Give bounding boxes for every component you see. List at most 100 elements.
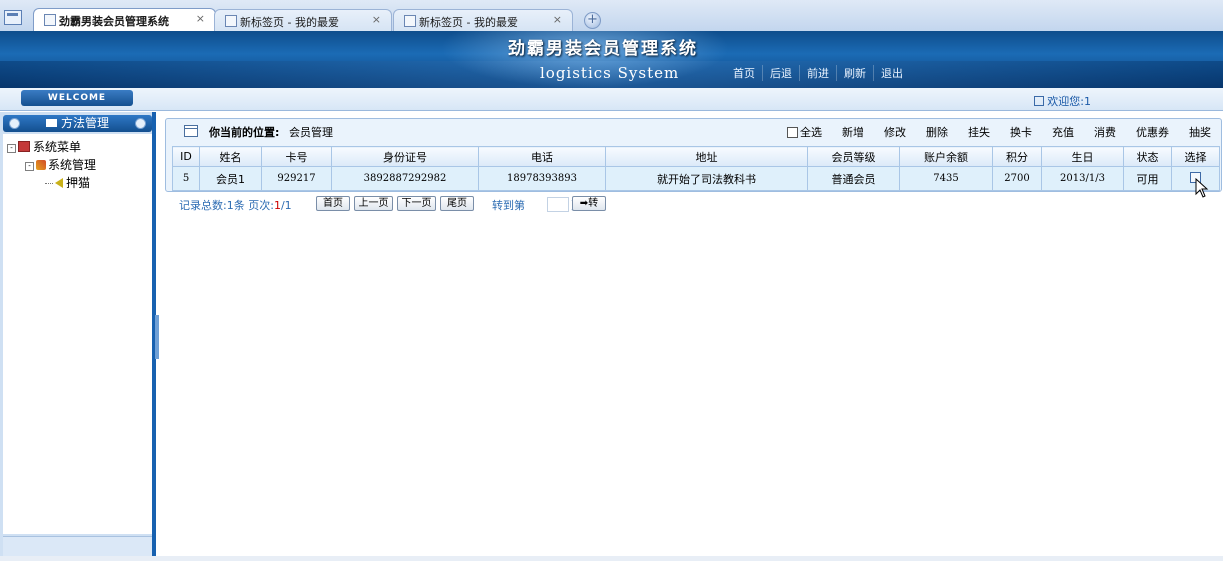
- cell-balance: 7435: [899, 166, 993, 191]
- checkbox-icon[interactable]: [787, 126, 798, 138]
- minus-icon[interactable]: -: [7, 144, 16, 153]
- location-value: 会员管理: [289, 126, 333, 139]
- page-icon: [44, 14, 56, 26]
- cell-level: 普通会员: [807, 166, 900, 191]
- last-page-button[interactable]: 尾页: [440, 196, 474, 211]
- total-unit: 条: [233, 199, 245, 212]
- sidebar-tree: - 系统菜单 - 系统管理 押猫: [3, 134, 152, 534]
- nav-logout[interactable]: 退出: [873, 65, 910, 81]
- tab-label: 新标签页 - 我的最爱: [419, 16, 518, 29]
- pagination: 记录总数:1条 页次:1/1 首页 上一页 下一页 尾页 转到第 页 ➡转: [179, 196, 1219, 214]
- app-header: 劲霸男装会员管理系统 logistics System 首页 后退 前进 刷新 …: [0, 31, 1223, 88]
- select-all-label: 全选: [800, 126, 822, 139]
- expand-icon[interactable]: [135, 118, 146, 129]
- mouse-cursor-icon: [1195, 177, 1209, 198]
- member-panel: 你当前的位置: 会员管理 全选 新增 修改 删除 挂失 换卡 充值 消费 优惠券…: [165, 118, 1222, 192]
- sidebar-header: 方法管理: [3, 115, 152, 132]
- tree-group[interactable]: - 系统管理: [25, 156, 96, 173]
- total-label: 记录总数:: [179, 199, 227, 212]
- cell-idcard: 3892887292982: [331, 166, 479, 191]
- tree-leaf-label: 押猫: [66, 176, 91, 190]
- main-content: 你当前的位置: 会员管理 全选 新增 修改 删除 挂失 换卡 充值 消费 优惠券…: [163, 116, 1222, 561]
- close-icon[interactable]: ×: [196, 12, 205, 25]
- browser-menu-icon[interactable]: [4, 10, 22, 25]
- select-all[interactable]: 全选: [787, 124, 822, 140]
- page-icon: [225, 15, 237, 27]
- collapse-icon[interactable]: [9, 118, 20, 129]
- page-label: 页次:: [248, 199, 274, 212]
- report-loss-button[interactable]: 挂失: [968, 124, 990, 140]
- col-header: 身份证号: [331, 146, 479, 167]
- col-header: 会员等级: [807, 146, 900, 167]
- browser-tab-1[interactable]: 劲霸男装会员管理系统 ×: [33, 8, 216, 32]
- col-header: 选择: [1171, 146, 1220, 167]
- current-page: 1: [273, 199, 281, 212]
- new-tab-icon[interactable]: +: [584, 12, 601, 29]
- close-icon[interactable]: ×: [372, 13, 381, 26]
- status-bar: [0, 556, 1223, 561]
- edit-button[interactable]: 修改: [884, 124, 906, 140]
- tab-label: 劲霸男装会员管理系统: [59, 15, 169, 28]
- nav-forward[interactable]: 前进: [799, 65, 836, 81]
- browser-tab-2[interactable]: 新标签页 - 我的最爱 ×: [214, 9, 392, 31]
- tree-group-label: 系统管理: [48, 158, 97, 172]
- next-page-button[interactable]: 下一页: [397, 196, 436, 211]
- browser-tab-strip: 劲霸男装会员管理系统 × 新标签页 - 我的最爱 × 新标签页 - 我的最爱 ×…: [0, 0, 1223, 32]
- col-header: 电话: [478, 146, 606, 167]
- add-button[interactable]: 新增: [842, 124, 864, 140]
- nav-back[interactable]: 后退: [762, 65, 799, 81]
- book-icon: [18, 141, 30, 152]
- page-icon: [404, 15, 416, 27]
- member-table: ID 姓名 卡号 身份证号 电话 地址 会员等级 账户余额 积分 生日 状态 选…: [172, 146, 1220, 191]
- goto-button[interactable]: ➡转: [572, 196, 606, 211]
- welcome-bar: WELCOME 欢迎您:1: [0, 88, 1223, 111]
- col-header: 积分: [992, 146, 1042, 167]
- sidebar-title: 方法管理: [60, 116, 109, 130]
- cell-id: 5: [172, 166, 200, 191]
- cell-card: 929217: [261, 166, 332, 191]
- col-header: 状态: [1123, 146, 1172, 167]
- user-greeting: 欢迎您:1: [1034, 93, 1091, 109]
- close-icon[interactable]: ×: [553, 13, 562, 26]
- cell-name: 会员1: [199, 166, 262, 191]
- cell-birthday: 2013/1/3: [1041, 166, 1124, 191]
- splitter-handle[interactable]: [155, 315, 159, 359]
- header-nav: 首页 后退 前进 刷新 退出: [726, 65, 910, 81]
- lottery-button[interactable]: 抽奖: [1189, 124, 1211, 140]
- nav-refresh[interactable]: 刷新: [836, 65, 873, 81]
- change-card-button[interactable]: 换卡: [1010, 124, 1032, 140]
- table-header-row: ID 姓名 卡号 身份证号 电话 地址 会员等级 账户余额 积分 生日 状态 选…: [172, 146, 1220, 167]
- app-title: 劲霸男装会员管理系统: [508, 39, 698, 59]
- location-bar: 你当前的位置: 会员管理 全选 新增 修改 删除 挂失 换卡 充值 消费 优惠券…: [166, 119, 1221, 141]
- location-label: 你当前的位置:: [209, 126, 280, 139]
- minus-icon[interactable]: -: [25, 162, 34, 171]
- tree-connector: [45, 183, 53, 184]
- coupon-button[interactable]: 优惠券: [1136, 124, 1169, 140]
- col-header: ID: [172, 146, 200, 167]
- total-count: 1: [226, 199, 234, 212]
- tree-leaf[interactable]: 押猫: [45, 174, 90, 191]
- pager-summary: 记录总数:1条 页次:1/1: [179, 197, 292, 213]
- recharge-button[interactable]: 充值: [1052, 124, 1074, 140]
- toolbar: 全选 新增 修改 删除 挂失 换卡 充值 消费 优惠券 抽奖: [787, 124, 1221, 140]
- col-header: 账户余额: [899, 146, 993, 167]
- browser-tab-3[interactable]: 新标签页 - 我的最爱 ×: [393, 9, 573, 31]
- col-header: 卡号: [261, 146, 332, 167]
- prev-page-button[interactable]: 上一页: [354, 196, 393, 211]
- cell-address: 就开始了司法教科书: [605, 166, 808, 191]
- tree-root-label: 系统菜单: [33, 140, 82, 154]
- cell-points: 2700: [992, 166, 1042, 191]
- first-page-button[interactable]: 首页: [316, 196, 350, 211]
- table-row[interactable]: 5 会员1 929217 3892887292982 18978393893 就…: [172, 166, 1220, 191]
- app-subtitle: logistics System: [540, 64, 680, 82]
- welcome-badge: WELCOME: [21, 90, 133, 106]
- sidebar: 方法管理 - 系统菜单 - 系统管理 押猫: [0, 112, 156, 561]
- nav-home[interactable]: 首页: [726, 65, 762, 81]
- col-header: 姓名: [199, 146, 262, 167]
- consume-button[interactable]: 消费: [1094, 124, 1116, 140]
- delete-button[interactable]: 删除: [926, 124, 948, 140]
- tree-root[interactable]: - 系统菜单: [7, 138, 81, 155]
- goto-page-input[interactable]: [547, 197, 569, 212]
- window-icon: [184, 125, 198, 137]
- greeting-text: 欢迎您:1: [1047, 95, 1091, 108]
